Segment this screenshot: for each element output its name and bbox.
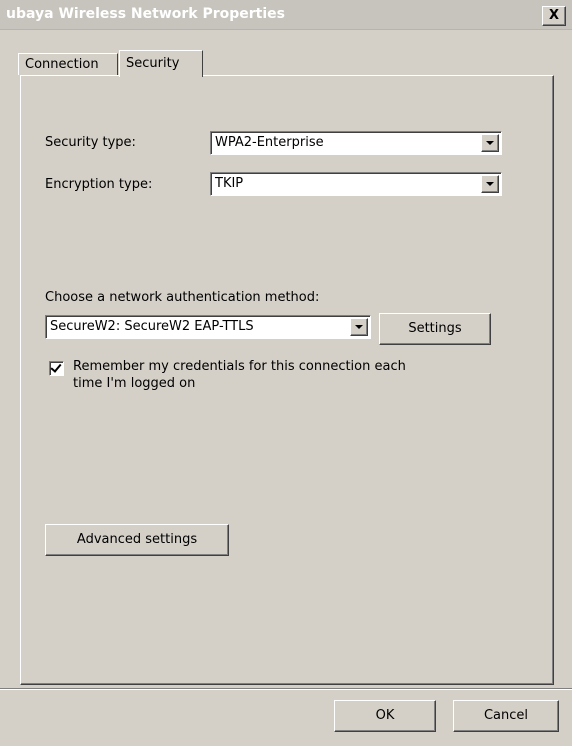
auth-method-select[interactable]: SecureW2: SecureW2 EAP-TTLS bbox=[45, 315, 371, 339]
chevron-down-icon[interactable] bbox=[350, 318, 368, 336]
settings-button[interactable]: Settings bbox=[379, 313, 491, 345]
cancel-button[interactable]: Cancel bbox=[453, 700, 559, 732]
encryption-type-label: Encryption type: bbox=[45, 177, 153, 192]
chevron-down-icon[interactable] bbox=[481, 175, 499, 193]
auth-method-label: Choose a network authentication method: bbox=[45, 290, 320, 305]
close-button[interactable]: X bbox=[542, 6, 566, 26]
chevron-down-icon[interactable] bbox=[481, 134, 499, 152]
security-panel: Security type: WPA2-Enterprise Encryptio… bbox=[20, 75, 554, 685]
advanced-settings-button[interactable]: Advanced settings bbox=[45, 524, 229, 556]
security-type-label: Security type: bbox=[45, 135, 136, 150]
remember-credentials-checkbox[interactable] bbox=[49, 361, 64, 376]
auth-method-value: SecureW2: SecureW2 EAP-TTLS bbox=[50, 319, 254, 334]
tab-connection[interactable]: Connection bbox=[18, 53, 118, 75]
checkmark-icon bbox=[50, 361, 62, 373]
remember-credentials-label-line1: Remember my credentials for this connect… bbox=[73, 359, 406, 374]
security-type-select[interactable]: WPA2-Enterprise bbox=[210, 131, 502, 155]
close-icon: X bbox=[548, 8, 560, 23]
encryption-type-value: TKIP bbox=[215, 176, 244, 191]
window-title: ubaya Wireless Network Properties bbox=[6, 6, 285, 22]
title-bar: ubaya Wireless Network Properties X bbox=[0, 0, 572, 30]
remember-credentials-label-line2: time I'm logged on bbox=[73, 376, 196, 391]
tab-connection-label: Connection bbox=[25, 57, 99, 72]
encryption-type-select[interactable]: TKIP bbox=[210, 172, 502, 196]
tab-security[interactable]: Security bbox=[119, 50, 203, 77]
footer-divider bbox=[0, 688, 572, 690]
tab-security-label: Security bbox=[126, 56, 180, 71]
security-type-value: WPA2-Enterprise bbox=[215, 135, 324, 150]
ok-button[interactable]: OK bbox=[334, 700, 436, 732]
